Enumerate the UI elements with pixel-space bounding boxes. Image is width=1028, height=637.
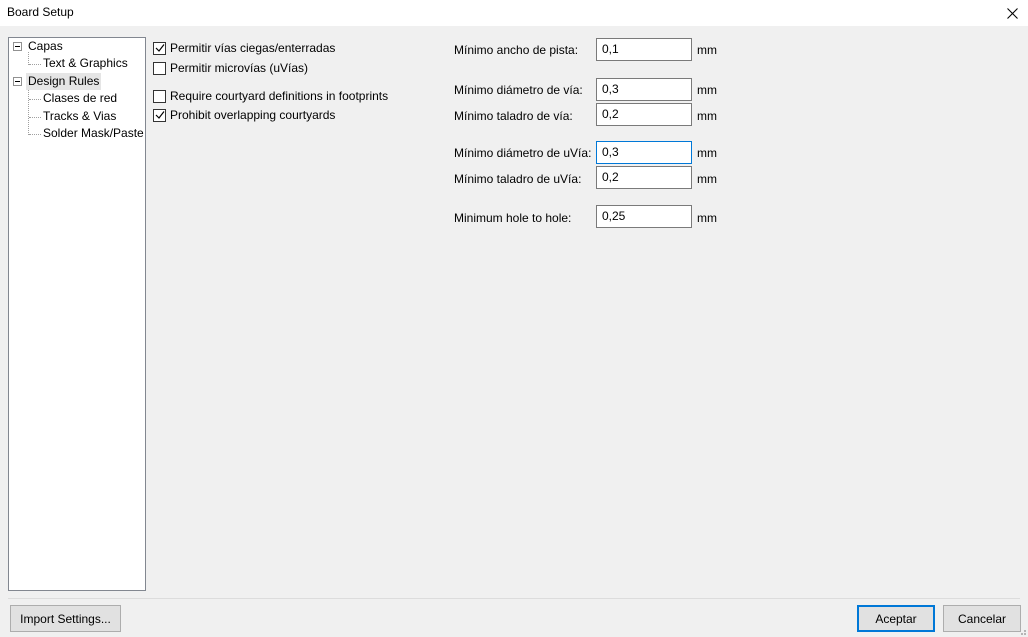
close-button[interactable] (996, 0, 1028, 26)
tree-item-label: Text & Graphics (43, 56, 128, 70)
tree-item-label: Solder Mask/Paste (43, 126, 144, 140)
tree-item-design-rules[interactable]: Design Rules (9, 73, 145, 90)
unit-label: mm (697, 109, 717, 123)
unit-label: mm (697, 211, 717, 225)
footer-divider (8, 598, 1020, 599)
checkbox-require-courtyard[interactable]: Require courtyard definitions in footpri… (153, 88, 388, 104)
minus-expander-icon[interactable] (13, 77, 22, 86)
unit-label: mm (697, 83, 717, 97)
tree-item-text-graphics[interactable]: Text & Graphics (9, 55, 145, 72)
tree-item-capas[interactable]: Capas (9, 38, 145, 55)
checkbox-box[interactable] (153, 108, 166, 122)
tree-item-solder-mask-paste[interactable]: Solder Mask/Paste (9, 125, 145, 142)
min-via-drill-field[interactable]: 0,2 (596, 103, 692, 126)
minus-expander-icon[interactable] (13, 42, 22, 51)
min-track-width-label: Mínimo ancho de pista: (454, 43, 579, 57)
unit-label: mm (697, 43, 717, 57)
checkbox-box[interactable] (153, 61, 166, 75)
min-uvia-diameter-field[interactable]: 0,3 (596, 141, 692, 164)
min-uvia-drill-label: Mínimo taladro de uVía: (454, 172, 582, 186)
tree-item-clases-de-red[interactable]: Clases de red (9, 90, 145, 107)
min-uvia-drill-field[interactable]: 0,2 (596, 166, 692, 189)
tree-item-label: Design Rules (26, 73, 102, 90)
min-track-width-field[interactable]: 0,1 (596, 38, 692, 61)
settings-tree[interactable]: Capas Text & Graphics Design Rules Clase… (8, 37, 146, 591)
unit-label: mm (697, 172, 717, 186)
checkmark-icon (155, 44, 164, 52)
tree-item-label: Capas (28, 39, 63, 53)
ok-button[interactable]: Aceptar (857, 605, 935, 632)
unit-label: mm (697, 146, 717, 160)
tree-item-label: Clases de red (43, 91, 118, 105)
tree-item-label: Tracks & Vias (43, 109, 117, 123)
checkbox-label: Require courtyard definitions in footpri… (170, 89, 389, 103)
import-settings-button[interactable]: Import Settings... (10, 605, 121, 632)
resize-grip-icon[interactable] (1017, 626, 1027, 636)
checkbox-microvias[interactable]: Permitir microvías (uVías) (153, 60, 308, 76)
checkbox-box[interactable] (153, 89, 166, 103)
min-via-diameter-field[interactable]: 0,3 (596, 78, 692, 101)
checkbox-blind-buried-vias[interactable]: Permitir vías ciegas/enterradas (153, 40, 335, 56)
min-uvia-diameter-label: Mínimo diámetro de uVía: (454, 146, 592, 160)
window-title: Board Setup (7, 5, 74, 19)
checkbox-label: Prohibit overlapping courtyards (170, 108, 336, 122)
min-via-diameter-label: Mínimo diámetro de vía: (454, 83, 583, 97)
close-icon (1006, 7, 1018, 19)
cancel-button[interactable]: Cancelar (943, 605, 1021, 632)
min-hole-to-hole-field[interactable]: 0,25 (596, 205, 692, 228)
min-hole-to-hole-label: Minimum hole to hole: (454, 211, 572, 225)
checkbox-label: Permitir microvías (uVías) (170, 61, 309, 75)
title-bar: Board Setup (0, 0, 1028, 26)
checkbox-prohibit-overlapping[interactable]: Prohibit overlapping courtyards (153, 107, 335, 123)
checkmark-icon (155, 111, 164, 119)
checkbox-label: Permitir vías ciegas/enterradas (170, 41, 336, 55)
tree-item-tracks-vias[interactable]: Tracks & Vias (9, 108, 145, 125)
min-via-drill-label: Mínimo taladro de vía: (454, 109, 573, 123)
checkbox-box[interactable] (153, 41, 166, 55)
